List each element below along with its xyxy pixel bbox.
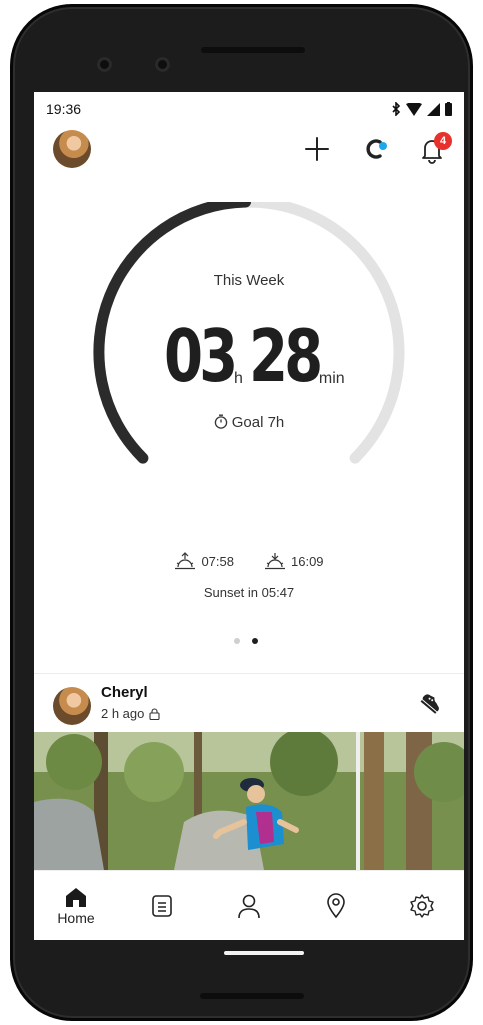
sunset-time: 16:09 [291, 553, 324, 569]
battery-icon [445, 102, 452, 116]
weekly-duration: 03 h 28 min [164, 302, 364, 392]
sunrise: 07:58 [174, 552, 234, 570]
feed-post-header[interactable]: Cheryl 2 h ago [34, 680, 464, 728]
goal-row[interactable]: Goal 7h [34, 414, 464, 431]
header-bar: 4 [34, 130, 464, 180]
sun-times: 07:58 16:09 [34, 552, 464, 570]
page-dot[interactable] [234, 638, 240, 644]
nav-diary[interactable] [127, 871, 197, 940]
week-label: This Week [213, 272, 285, 289]
profile-icon [238, 894, 260, 919]
sunset-countdown: Sunset in 05:47 [203, 585, 295, 600]
hours-value: 03 [164, 314, 238, 398]
nav-home-label: Home [57, 910, 95, 926]
top-speaker [201, 47, 305, 53]
feed-time-text: 2 h ago [101, 706, 145, 721]
feed-avatar[interactable] [53, 687, 91, 725]
notification-badge: 4 [434, 132, 452, 150]
page-dot-active[interactable] [252, 638, 258, 644]
nav-maps[interactable] [301, 871, 371, 940]
divider [34, 673, 464, 674]
sunrise-icon [175, 552, 196, 570]
status-icons [391, 102, 452, 116]
diary-icon [152, 895, 172, 917]
page-indicator[interactable] [234, 638, 258, 644]
nav-profile[interactable] [214, 871, 284, 940]
forest-trail-runner-image [34, 732, 464, 870]
add-icon[interactable] [300, 132, 334, 166]
sunrise-time: 07:58 [201, 553, 234, 569]
home-indicator[interactable] [224, 951, 304, 955]
front-camera [97, 57, 112, 72]
nav-settings[interactable] [387, 871, 457, 940]
minutes-unit: min [318, 370, 345, 387]
lock-icon [149, 707, 160, 720]
hours-unit: h [234, 370, 243, 387]
settings-icon [410, 894, 434, 918]
feed-timestamp: 2 h ago [101, 706, 160, 721]
map-pin-icon [327, 893, 345, 919]
goal-text: Goal 7h [231, 414, 285, 431]
trail-running-shoe-icon [420, 694, 439, 714]
status-time: 19:36 [46, 101, 82, 117]
signal-icon [427, 102, 440, 116]
feed-activity-photo[interactable] [34, 732, 464, 870]
wifi-icon [406, 102, 422, 116]
sunset-icon [265, 553, 285, 570]
bottom-speaker [200, 993, 304, 999]
avatar[interactable] [53, 130, 91, 168]
home-icon [66, 888, 86, 907]
front-sensor [155, 57, 170, 72]
status-bar: 19:36 [34, 92, 464, 126]
nav-home[interactable]: Home [41, 871, 111, 940]
sunset: 16:09 [264, 552, 324, 570]
stopwatch-icon [214, 414, 227, 429]
feed-user-name[interactable]: Cheryl [101, 684, 148, 701]
app-screen: 19:36 4 This Week 03 h 28 min Goal 7h 07… [34, 92, 464, 940]
bottom-navigation: Home [34, 870, 464, 940]
bluetooth-icon [392, 102, 401, 116]
watch-sync-icon[interactable] [359, 132, 393, 166]
minutes-value: 28 [248, 314, 323, 398]
